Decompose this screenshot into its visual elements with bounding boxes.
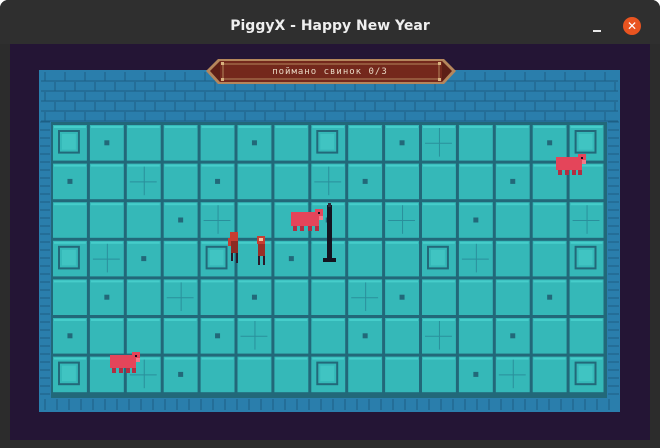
caught-counter: поймано свинок 0/3 (272, 67, 388, 77)
game-window: PiggyX - Happy New Year ✕ поймано свинок… (0, 0, 660, 448)
